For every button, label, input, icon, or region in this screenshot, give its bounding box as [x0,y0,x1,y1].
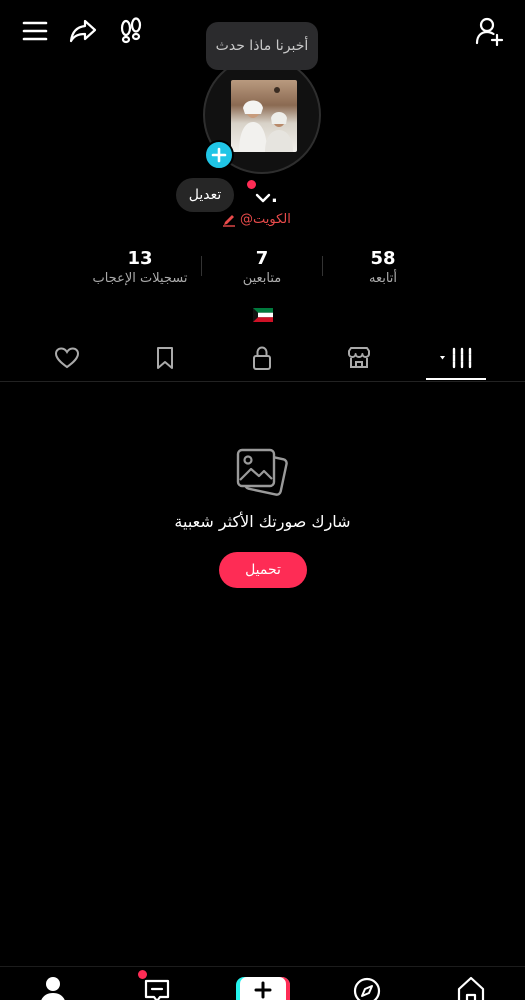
status-bubble[interactable]: أخبرنا ماذا حدث [206,22,318,70]
likes-count: 13 [127,248,153,269]
plus-icon [211,147,227,163]
upload-button[interactable]: تحميل [219,552,307,588]
followers-stat[interactable]: 7 متابعين [197,248,327,286]
nav-discover[interactable] [349,973,385,1000]
home-icon [457,976,485,1000]
photos-icon [236,448,288,496]
handle-text: @الكويت [240,212,291,227]
nav-home[interactable] [453,973,489,1000]
storefront-icon [348,347,370,368]
pencil-icon [223,214,235,227]
avatar-photo [231,80,297,152]
tab-liked[interactable] [49,340,85,376]
empty-state-message: شارك صورتك الأكثر شعبية [174,512,351,531]
following-stat[interactable]: 58 أتابعه [318,248,448,286]
following-label: أتابعه [368,271,398,286]
chevron-down-icon [255,193,271,203]
edit-profile-button[interactable]: تعديل [176,178,234,212]
likes-stat[interactable]: 13 تسجيلات الإعجاب [75,248,205,286]
add-friend-button[interactable] [472,14,506,48]
lock-icon [253,346,271,370]
videos-grid-icon [440,347,472,369]
inbox-message-icon [144,979,170,1000]
empty-state-icon [232,444,292,500]
notification-dot [247,180,256,189]
hamburger-menu-icon [22,21,48,41]
menu-button[interactable] [18,14,52,48]
create-button-face [240,977,286,1000]
avatar-people-illustration [239,87,293,152]
compass-icon [353,977,381,1000]
tabs-divider [0,381,525,382]
share-arrow-icon [69,19,97,43]
inbox-notification-dot [138,970,147,979]
following-count: 58 [370,248,396,269]
followers-count: 7 [255,248,269,269]
kuwait-flag-icon [253,308,273,322]
bottom-navigation [0,966,525,1000]
add-person-icon [475,17,504,46]
nav-create-button[interactable] [236,977,290,1000]
profile-handle[interactable]: @الكويت [222,212,291,227]
bio-kuwait-flag [253,308,273,322]
tab-private[interactable] [244,340,280,376]
heart-icon [54,347,80,369]
active-tab-indicator [426,378,486,380]
likes-label: تسجيلات الإعجاب [92,271,188,286]
bookmark-icon [157,347,173,369]
username-text: . [271,186,278,207]
tab-shop[interactable] [341,340,377,376]
profile-icon [41,977,65,1000]
footprints-button[interactable] [114,14,148,48]
tab-favorites[interactable] [147,340,183,376]
footprints-icon [120,17,142,44]
share-profile-button[interactable] [66,14,100,48]
tab-videos[interactable] [432,340,482,376]
nav-profile[interactable] [35,973,71,1000]
followers-label: متابعين [242,271,282,286]
plus-icon [254,981,272,999]
add-story-button[interactable] [204,140,234,170]
